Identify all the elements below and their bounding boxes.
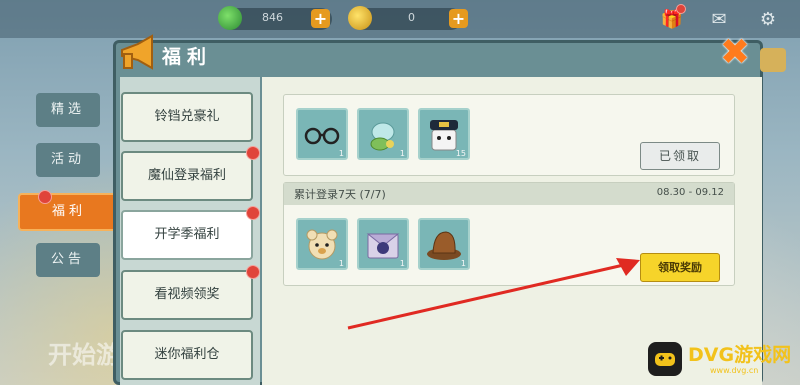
side-tab-announcement[interactable]: 公告: [36, 243, 100, 277]
watermark-text: DVG游戏网: [688, 344, 792, 366]
item-count: 1: [338, 149, 344, 158]
watermark-logo: DVG游戏网 www.dvg.cn: [648, 338, 798, 382]
side-tab-events[interactable]: 活动: [36, 143, 100, 177]
gear-icon[interactable]: ⚙: [756, 9, 780, 31]
megaphone-icon: [121, 34, 153, 70]
claimed-button[interactable]: 已领取: [640, 142, 720, 170]
crown-badge-icon: [760, 48, 786, 72]
menu-item-watch-video[interactable]: 看视频领奖: [121, 270, 253, 320]
reward-item[interactable]: 1: [357, 108, 409, 160]
menu-item-bell-gifts[interactable]: 铃铛兑豪礼: [121, 92, 253, 142]
menu-notification-dot: [246, 206, 260, 220]
background-start-text: 开始游: [48, 341, 120, 369]
welfare-tab-notification-dot: [38, 190, 52, 204]
card-date-range: 08.30 - 09.12: [656, 187, 724, 198]
card-header: 累计登录7天 (7/7) 08.30 - 09.12: [284, 183, 734, 205]
menu-item-magic-login[interactable]: 魔仙登录福利: [121, 151, 253, 201]
panel-title: 福利: [162, 46, 213, 68]
gem-count: 846: [262, 11, 283, 24]
green-gem-icon: [218, 6, 242, 30]
card-title: 累计登录7天 (7/7): [294, 188, 386, 201]
bear-avatar-icon: [306, 229, 338, 260]
add-gem-button[interactable]: +: [311, 9, 330, 28]
side-tab-welfare[interactable]: 福利: [18, 193, 120, 231]
item-count: 15: [455, 149, 466, 158]
menu-notification-dot: [246, 146, 260, 160]
gold-coin-icon: [348, 6, 372, 30]
side-tab-featured[interactable]: 精选: [36, 93, 100, 127]
coin-count: 0: [408, 11, 415, 24]
close-icon[interactable]: ✖: [718, 35, 752, 71]
menu-notification-dot: [246, 265, 260, 279]
watermark-subtext: www.dvg.cn: [710, 366, 759, 375]
menu-item-mini-warehouse[interactable]: 迷你福利仓: [121, 330, 253, 380]
captain-cat-icon: [430, 120, 458, 151]
menu-item-school-season[interactable]: 开学季福利: [121, 210, 253, 260]
reward-item[interactable]: 15: [418, 108, 470, 160]
reward-item[interactable]: 1: [296, 108, 348, 160]
gift-notification-dot: [676, 4, 686, 14]
glasses-icon: [304, 127, 340, 145]
claim-reward-button[interactable]: 领取奖励: [640, 253, 720, 282]
currency-coin-display: 0: [348, 6, 462, 30]
pet-creature-icon: [370, 122, 395, 151]
gamepad-logo-icon: [648, 342, 682, 376]
item-count: 1: [399, 149, 405, 158]
red-arrow-annotation: [347, 258, 640, 330]
add-coin-button[interactable]: +: [449, 9, 468, 28]
mail-icon[interactable]: ✉: [707, 9, 731, 31]
